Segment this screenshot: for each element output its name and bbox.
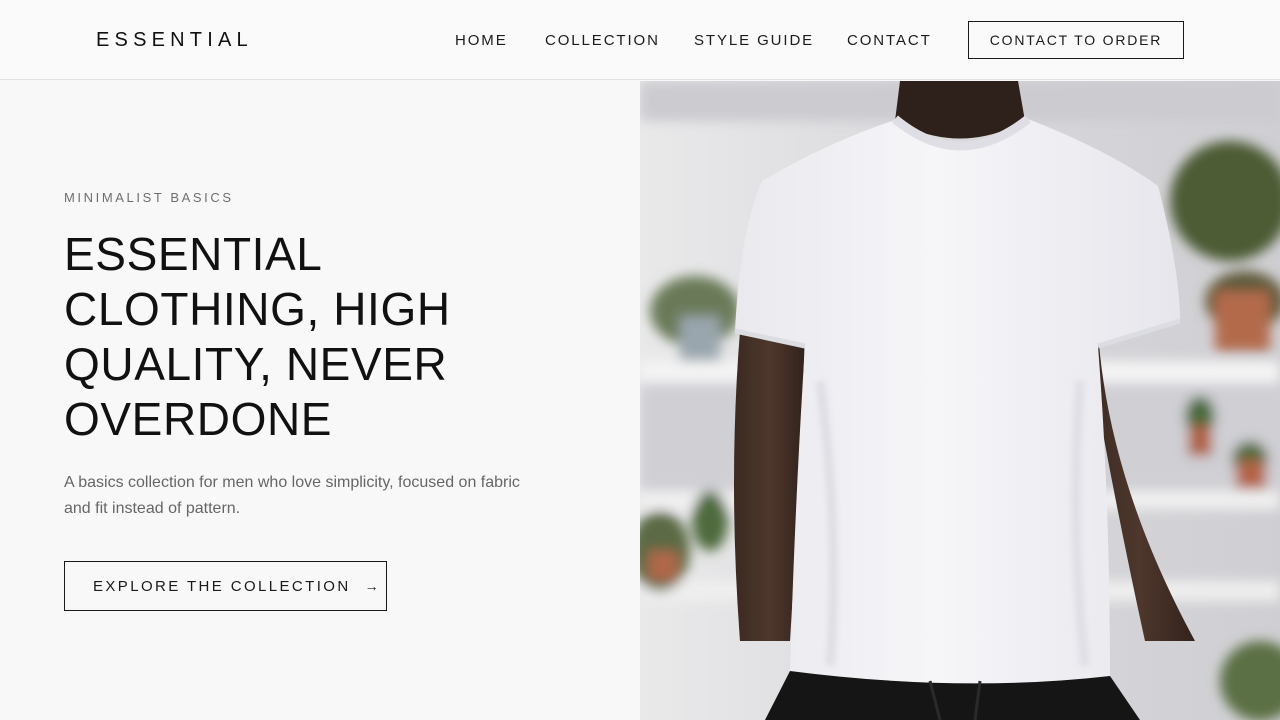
headline-line: QUALITY, NEVER xyxy=(64,338,448,390)
nav-home[interactable]: HOME xyxy=(455,32,508,49)
nav-collection[interactable]: COLLECTION xyxy=(545,32,660,49)
hero-description: A basics collection for men who love sim… xyxy=(64,474,520,517)
brand-logo[interactable]: ESSENTIAL xyxy=(96,29,253,52)
hero-image xyxy=(640,81,1280,720)
contact-to-order-button[interactable]: CONTACT TO ORDER xyxy=(968,21,1184,59)
right-arrow-icon: → xyxy=(364,578,379,594)
headline-line: CLOTHING, HIGH xyxy=(64,283,451,335)
hero-headline: ESSENTIAL CLOTHING, HIGH QUALITY, NEVER … xyxy=(64,227,584,447)
headline-line: OVERDONE xyxy=(64,393,333,445)
hero-eyebrow: MINIMALIST BASICS xyxy=(64,190,234,205)
nav-contact[interactable]: CONTACT xyxy=(847,32,932,49)
site-header: ESSENTIAL HOME COLLECTION STYLE GUIDE CO… xyxy=(0,0,1280,80)
headline-line: ESSENTIAL xyxy=(64,228,323,280)
hero-text-panel: MINIMALIST BASICS ESSENTIAL CLOTHING, HI… xyxy=(0,81,640,720)
explore-collection-button[interactable]: EXPLORE THE COLLECTION → xyxy=(64,561,387,611)
nav-style-guide[interactable]: STYLE GUIDE xyxy=(694,32,814,49)
model-tshirt-photo xyxy=(640,81,1280,720)
explore-button-label: EXPLORE THE COLLECTION xyxy=(93,577,351,595)
